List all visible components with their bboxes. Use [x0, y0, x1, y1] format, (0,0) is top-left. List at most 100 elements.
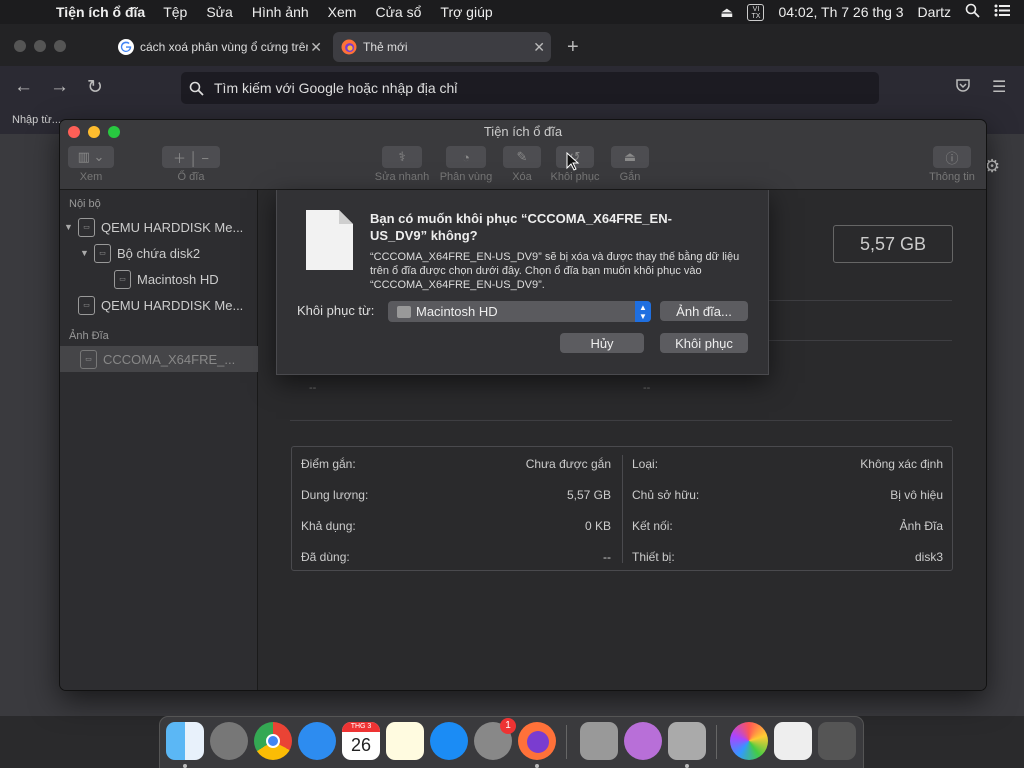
container-icon: ▭	[94, 243, 111, 263]
sidebar-section-internal: Nội bộ	[69, 198, 101, 210]
info-label: Điểm gắn:	[301, 456, 356, 471]
dialog-title: Bạn có muốn khôi phục “CCCOMA_X64FRE_EN-…	[370, 211, 672, 243]
sidebar-item-disk-image[interactable]: ▭ CCCOMA_X64FRE_...	[60, 346, 258, 372]
sidebar-item-label: CCCOMA_X64FRE_...	[103, 351, 236, 367]
erase-icon: ✎	[503, 146, 541, 168]
toolbar-mount[interactable]: ⏏ Gắn	[610, 146, 650, 183]
menu-view[interactable]: Xem	[328, 4, 357, 20]
sidebar-toggle-icon[interactable]: ▥ ⌄	[68, 146, 114, 168]
hard-disk-icon: ▭	[78, 295, 95, 315]
info-value: Chưa được gắn	[525, 456, 611, 471]
trash-icon[interactable]	[818, 722, 856, 760]
info-label: Kết nối:	[632, 518, 673, 533]
menu-app-name[interactable]: Tiện ích ổ đĩa	[56, 4, 145, 20]
browser-nav-bar: ← → ↻ Tìm kiếm với Google hoặc nhập địa …	[0, 66, 1024, 110]
menu-help[interactable]: Trợ giúp	[440, 4, 492, 20]
menu-window[interactable]: Cửa sổ	[375, 4, 421, 20]
info-row: Dung lượng: 5,57 GB	[301, 479, 611, 510]
calendar-icon[interactable]: THG 3 26	[342, 722, 380, 760]
info-value: --	[603, 549, 611, 564]
tab-close-icon[interactable]: ✕	[310, 39, 322, 56]
disk-image-button[interactable]: Ảnh đĩa...	[660, 301, 748, 321]
toolbar-info[interactable]: ⓘ Thông tin	[924, 146, 980, 183]
launchpad-rocket-icon[interactable]	[210, 722, 248, 760]
info-value: 0 KB	[584, 518, 611, 533]
finder-icon[interactable]	[166, 722, 204, 760]
sidebar-item-qemu-disk-1[interactable]: ▼ ▭ QEMU HARDDISK Me...	[64, 214, 258, 240]
back-icon[interactable]: ←	[14, 76, 33, 98]
sidebar-item-label: QEMU HARDDISK Me...	[101, 297, 244, 313]
input-source-icon[interactable]: VI TX	[747, 3, 765, 21]
tab-close-icon[interactable]: ✕	[533, 39, 545, 56]
info-row: Chủ sở hữu: Bị vô hiệu	[632, 479, 943, 510]
browser-minimize-button[interactable]	[34, 40, 46, 52]
volume-icon: ▭	[114, 269, 131, 289]
info-label: Đã dùng:	[301, 549, 350, 564]
restore-from-label: Khôi phục từ:	[297, 303, 375, 318]
photos-icon[interactable]	[730, 722, 768, 760]
tab-new-tab[interactable]: Thẻ mới ✕	[333, 32, 551, 62]
info-value: Không xác định	[860, 456, 943, 471]
reload-icon[interactable]: ↻	[87, 76, 103, 99]
sidebar-item-macintosh-hd[interactable]: ▭ Macintosh HD	[114, 266, 258, 292]
document-icon[interactable]	[774, 722, 812, 760]
sidebar-item-container-disk2[interactable]: ▼ ▭ Bộ chứa disk2	[80, 240, 258, 266]
toolbar-partition-label: Phân vùng	[439, 171, 493, 183]
dock: THG 3 26 1	[159, 716, 864, 768]
installer-icon[interactable]	[624, 722, 662, 760]
toolbar-partition[interactable]: ◔ Phân vùng	[438, 146, 494, 183]
stethoscope-icon: ⚕	[382, 146, 422, 168]
restore-button[interactable]: Khôi phục	[660, 333, 748, 353]
browser-close-button[interactable]	[14, 40, 26, 52]
toolbar-erase-label: Xóa	[512, 171, 532, 183]
dock-separator	[716, 725, 717, 759]
disclosure-triangle-icon[interactable]: ▼	[80, 248, 94, 258]
firefox-icon[interactable]	[518, 722, 556, 760]
add-remove-volume-buttons[interactable]: ＋ │ −	[162, 146, 220, 168]
disk-utility-alt-icon[interactable]	[668, 722, 706, 760]
running-indicator	[535, 764, 539, 768]
menu-images[interactable]: Hình ảnh	[252, 4, 309, 20]
chrome-icon[interactable]	[254, 722, 292, 760]
disclosure-triangle-icon[interactable]: ▼	[64, 222, 78, 232]
notes-icon[interactable]	[386, 722, 424, 760]
eject-icon[interactable]: ⏏	[720, 4, 733, 21]
menu-user[interactable]: Dartz	[918, 4, 951, 20]
system-preferences-icon[interactable]: 1	[474, 718, 516, 760]
divider	[290, 420, 952, 421]
menu-file[interactable]: Tệp	[163, 4, 187, 20]
mount-icon: ⏏	[611, 146, 649, 168]
toolbar-erase[interactable]: ✎ Xóa	[502, 146, 542, 183]
toolbar-first-aid[interactable]: ⚕ Sửa nhanh	[374, 146, 430, 183]
disk-sidebar: Nội bộ ▼ ▭ QEMU HARDDISK Me... ▼ ▭ Bộ ch…	[60, 190, 258, 690]
usage-value: --	[643, 382, 651, 394]
app-store-icon[interactable]	[430, 722, 468, 760]
hamburger-menu-icon[interactable]: ☰	[992, 77, 1006, 97]
google-icon	[118, 39, 134, 55]
spotlight-search-icon[interactable]	[965, 3, 980, 21]
browser-tab-bar: cách xoá phân vùng ổ cứng trên ✕ Thẻ mới…	[0, 24, 1024, 66]
pocket-icon[interactable]	[955, 78, 971, 97]
tab-google-search[interactable]: cách xoá phân vùng ổ cứng trên ✕	[110, 32, 328, 62]
window-title: Tiện ích ổ đĩa	[483, 124, 563, 139]
forward-icon[interactable]: →	[50, 76, 69, 98]
toolbar-restore-label: Khôi phục	[550, 171, 600, 183]
info-label: Thiết bị:	[632, 549, 675, 564]
new-tab-icon[interactable]: +	[567, 36, 579, 59]
control-center-icon[interactable]	[994, 4, 1010, 20]
cancel-button[interactable]: Hủy	[560, 333, 644, 353]
bookmark-import[interactable]: Nhập từ...	[12, 114, 61, 126]
browser-maximize-button[interactable]	[54, 40, 66, 52]
sidebar-item-qemu-disk-2[interactable]: ▭ QEMU HARDDISK Me...	[78, 292, 258, 318]
disk-utility-icon[interactable]	[580, 722, 618, 760]
page-settings-gear-icon[interactable]: ⚙	[984, 156, 1000, 177]
info-label: Khả dụng:	[301, 518, 356, 533]
menu-clock[interactable]: 04:02, Th 7 26 thg 3	[778, 4, 903, 20]
toolbar-view-group[interactable]: ▥ ⌄ Xem	[68, 146, 114, 183]
search-icon	[189, 81, 204, 96]
restore-source-select[interactable]: Macintosh HD ▲ ▼	[388, 301, 651, 322]
url-bar[interactable]: Tìm kiếm với Google hoặc nhập địa chỉ	[181, 72, 879, 104]
sidebar-item-label: Macintosh HD	[137, 271, 219, 287]
safari-compass-icon[interactable]	[298, 722, 336, 760]
menu-edit[interactable]: Sửa	[206, 4, 233, 20]
